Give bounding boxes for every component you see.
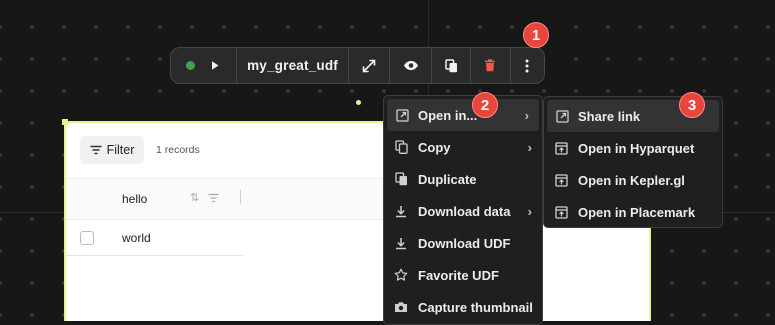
udf-name[interactable]: my_great_udf (237, 48, 350, 83)
chevron-right-icon: › (527, 140, 532, 155)
open-window-icon (554, 205, 568, 219)
column-header-hello[interactable]: hello (122, 192, 147, 206)
menu-item-label: Favorite UDF (418, 267, 499, 283)
star-icon (394, 268, 408, 281)
status-indicator (186, 61, 196, 70)
menu-item-copy[interactable]: Copy › (384, 131, 542, 163)
column-resize-handle[interactable] (240, 190, 241, 204)
duplicate-icon (444, 58, 457, 72)
external-link-icon (556, 109, 569, 123)
filter-icon (89, 145, 102, 155)
records-count: 1 records (156, 144, 200, 156)
download-icon (396, 205, 406, 217)
table-cell: world (122, 231, 151, 245)
connector-dot (356, 100, 361, 105)
menu-item-label: Duplicate (418, 171, 477, 187)
play-icon[interactable] (210, 60, 220, 71)
step-badge-3: 3 (679, 92, 705, 118)
more-menu-button[interactable] (511, 48, 544, 83)
download-icon (396, 237, 406, 249)
menu-item-label: Capture thumbnail (418, 299, 533, 315)
copy-icon (394, 140, 408, 154)
menu-item-label: Open in... (418, 107, 478, 123)
filter-label: Filter (106, 143, 135, 157)
menu-item-label: Open in Hyparquet (578, 140, 695, 156)
more-context-menu: Open in... › Copy › Duplicate Download d… (383, 95, 543, 325)
menu-item-duplicate[interactable]: Duplicate (384, 163, 542, 195)
menu-item-download-udf[interactable]: Download UDF (384, 227, 542, 259)
run-controls (171, 48, 237, 83)
row-checkbox[interactable] (80, 231, 94, 245)
duplicate-icon (394, 172, 407, 186)
open-window-icon (554, 141, 568, 155)
preview-button[interactable] (390, 48, 432, 83)
step-badge-2: 2 (472, 92, 498, 118)
chevron-right-icon: › (524, 108, 529, 123)
chevron-right-icon: › (527, 204, 532, 219)
column-filter-icon[interactable] (208, 193, 219, 203)
trash-icon (485, 59, 496, 72)
external-link-icon (396, 108, 409, 122)
eye-icon (403, 61, 418, 70)
camera-icon (395, 302, 407, 312)
menu-item-capture-thumbnail[interactable]: Capture thumbnail (384, 291, 542, 323)
fullscreen-button[interactable] (349, 48, 391, 83)
menu-item-label: Open in Kepler.gl (578, 172, 685, 188)
submenu-item-placemark[interactable]: Open in Placemark (544, 196, 722, 228)
open-window-icon (554, 173, 568, 187)
delete-button[interactable] (471, 48, 511, 83)
udf-toolbar: my_great_udf (170, 47, 545, 84)
menu-item-label: Share link (578, 108, 641, 124)
expand-icon (362, 59, 376, 72)
menu-item-label: Open in Placemark (578, 204, 696, 220)
submenu-item-kepler[interactable]: Open in Kepler.gl (544, 164, 722, 196)
sort-icon[interactable]: ⇅ (190, 191, 199, 204)
more-vertical-icon (525, 59, 529, 72)
menu-item-label: Download UDF (418, 235, 511, 251)
duplicate-button[interactable] (432, 48, 472, 83)
filter-button[interactable]: Filter (80, 136, 144, 164)
menu-item-label: Download data (418, 203, 511, 219)
menu-item-open-in[interactable]: Open in... › (387, 99, 539, 131)
submenu-item-hyparquet[interactable]: Open in Hyparquet (544, 132, 722, 164)
menu-item-favorite-udf[interactable]: Favorite UDF (384, 259, 542, 291)
resize-handle[interactable] (62, 119, 68, 125)
step-badge-1: 1 (523, 22, 549, 48)
menu-item-label: Copy (418, 139, 451, 155)
menu-item-download-data[interactable]: Download data › (384, 195, 542, 227)
